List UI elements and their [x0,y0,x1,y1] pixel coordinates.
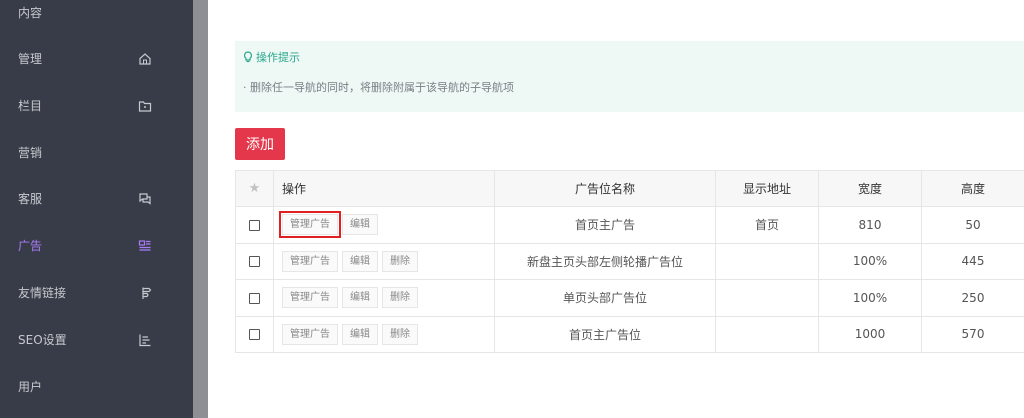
sidebar-item-seo[interactable]: SEO设置 [0,316,193,363]
sidebar-item-column[interactable]: 栏目 [0,82,193,129]
op-header: 操作 [273,170,495,207]
edit-button[interactable]: 编辑 [342,214,378,236]
ad-position-table: ★ 操作 广告位名称 显示地址 宽度 高度 管理广告 编辑 首页主广告 首页 81… [235,170,1024,353]
edit-button[interactable]: 编辑 [342,323,378,345]
name-cell: 首页主广告 [494,206,716,244]
folder-icon [138,100,152,112]
edit-button[interactable]: 编辑 [342,250,378,272]
chat-icon [139,192,151,205]
height-cell: 50 [921,206,1024,244]
manage-ads-button[interactable]: 管理广告 [282,323,338,345]
manage-ads-button[interactable]: 管理广告 [282,287,338,309]
star-icon: ★ [248,181,261,196]
name-cell: 首页主广告位 [494,315,716,353]
name-cell: 新盘主页头部左侧轮播广告位 [494,242,716,280]
address-cell [715,242,819,280]
width-cell: 1000 [818,315,922,353]
manage-ads-button[interactable]: 管理广告 [279,211,341,239]
delete-button[interactable]: 删除 [382,250,418,272]
ad-icon [138,239,151,251]
sidebar: 内容 管理 栏目 营销 客服 广告 友情链接 SEO设置 用户 [0,0,193,418]
sidebar-item-content[interactable]: 内容 [0,0,193,36]
edit-button[interactable]: 编辑 [342,287,378,309]
address-cell [715,315,819,353]
sidebar-item-label: 客服 [18,192,43,206]
sidebar-item-manage[interactable]: 管理 [0,35,193,82]
sidebar-item-marketing[interactable]: 营销 [0,129,193,176]
name-cell: 单页头部广告位 [494,279,716,317]
tips-title: 操作提示 [243,49,300,65]
row-checkbox[interactable] [249,219,260,231]
height-cell: 445 [921,242,1024,280]
add-button[interactable]: 添加 [235,128,285,160]
sidebar-item-users[interactable]: 用户 [0,363,193,410]
lightbulb-icon [244,51,252,63]
sidebar-item-links[interactable]: 友情链接 [0,269,193,316]
row-checkbox[interactable] [249,292,260,304]
sidebar-item-label: 管理 [18,52,43,66]
width-cell: 100% [818,279,922,317]
table-row: 管理广告 编辑 首页主广告 首页 810 50 [235,206,1024,244]
sidebar-item-label: SEO设置 [18,333,67,347]
star-header: ★ [235,170,274,207]
height-header: 高度 [921,170,1024,207]
width-header: 宽度 [818,170,922,207]
table-row: 管理广告 编辑 删除 单页头部广告位 100% 250 [235,279,1024,317]
height-cell: 250 [921,279,1024,317]
sidebar-item-label: 内容 [18,6,43,20]
table-header-row: ★ 操作 广告位名称 显示地址 宽度 高度 [235,170,1024,207]
sidebar-item-ads[interactable]: 广告 [0,222,193,269]
address-cell [715,279,819,317]
address-header: 显示地址 [715,170,819,207]
sidebar-item-label: 广告 [18,239,43,253]
sidebar-item-label: 营销 [18,146,43,160]
sidebar-item-label: 用户 [18,380,43,394]
name-header: 广告位名称 [494,170,716,207]
row-checkbox[interactable] [249,329,260,341]
row-checkbox[interactable] [249,256,260,268]
operation-tips: 操作提示 · 删除任一导航的同时，将删除附属于该导航的子导航项 [235,41,1024,112]
width-cell: 100% [818,242,922,280]
address-cell: 首页 [715,206,819,244]
delete-button[interactable]: 删除 [382,323,418,345]
sidebar-item-label: 栏目 [18,99,43,113]
sidebar-item-label: 友情链接 [18,286,67,300]
list-chart-icon [139,334,151,346]
height-cell: 570 [921,315,1024,353]
delete-button[interactable]: 删除 [382,287,418,309]
tips-title-text: 操作提示 [256,51,300,64]
sidebar-scrollbar[interactable] [193,0,208,418]
table-row: 管理广告 编辑 删除 新盘主页头部左侧轮播广告位 100% 445 [235,242,1024,280]
tips-text: · 删除任一导航的同时，将删除附属于该导航的子导航项 [243,81,514,94]
table-row: 管理广告 编辑 删除 首页主广告位 1000 570 [235,315,1024,353]
home-icon [139,52,151,65]
manage-ads-button[interactable]: 管理广告 [282,250,338,272]
sidebar-item-service[interactable]: 客服 [0,175,193,222]
signpost-icon [142,287,152,299]
width-cell: 810 [818,206,922,244]
